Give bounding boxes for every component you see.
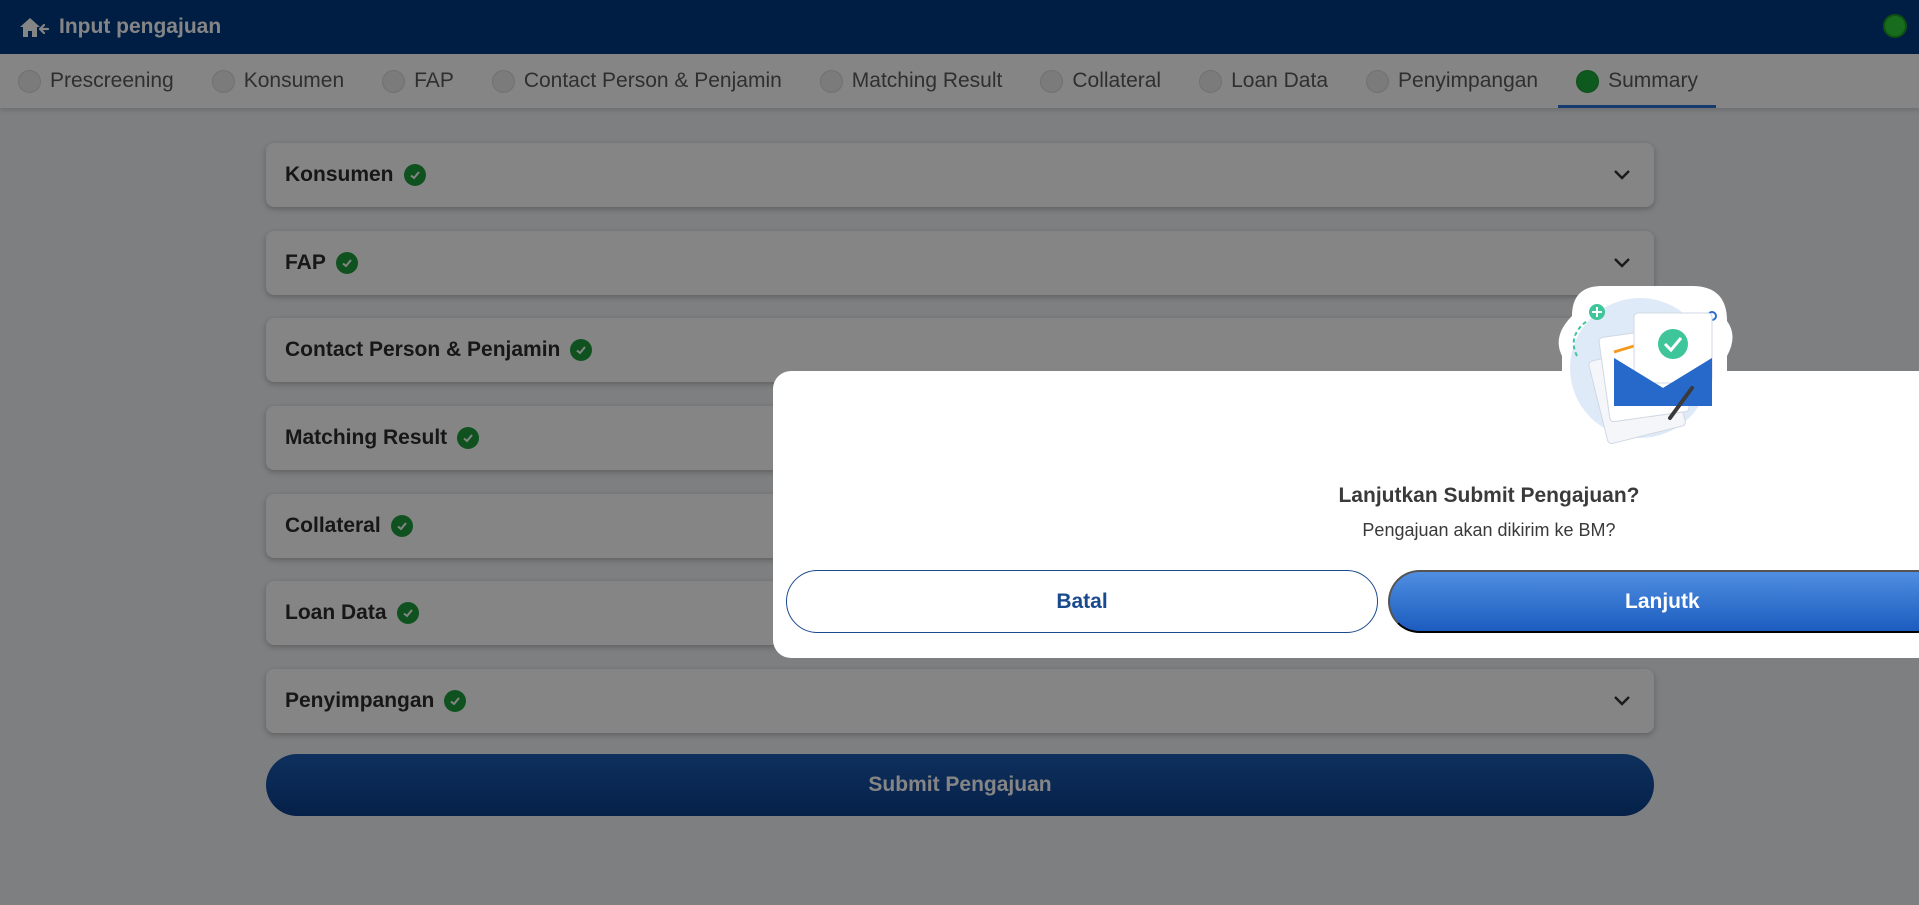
- confirm-dialog: Lanjutkan Submit Pengajuan? Pengajuan ak…: [773, 371, 1919, 658]
- cancel-button[interactable]: Batal: [786, 570, 1378, 633]
- envelope-check-icon: [1558, 286, 1733, 445]
- dialog-message: Pengajuan akan dikirim ke BM?: [1362, 520, 1616, 540]
- continue-button[interactable]: Lanjutk: [1388, 570, 1919, 633]
- dialog-heading: Lanjutkan Submit Pengajuan?: [1338, 484, 1640, 507]
